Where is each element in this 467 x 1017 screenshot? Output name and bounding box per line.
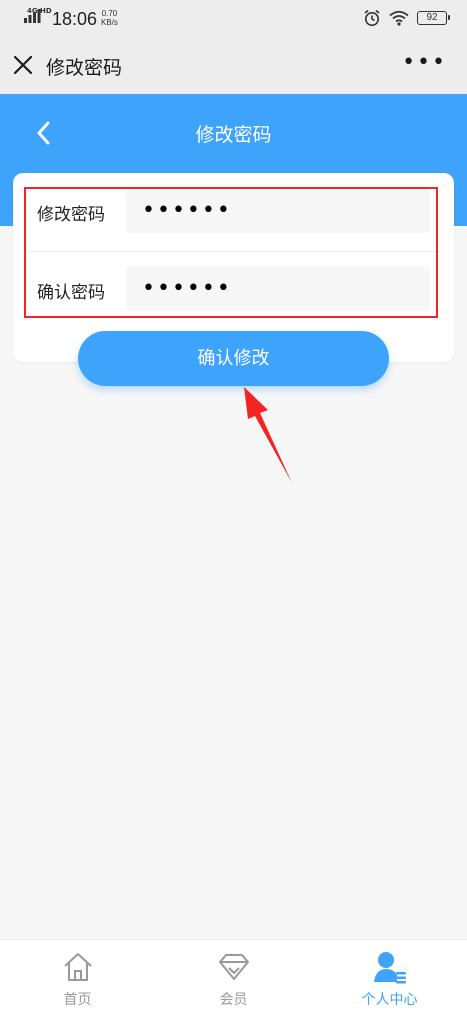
wifi-icon [389, 10, 409, 26]
status-time: 18:06 [52, 9, 98, 29]
annotation-highlight-box [24, 187, 438, 318]
nav-item-member[interactable]: 会员 [156, 940, 311, 1017]
app-bar-title: 修改密码 [46, 57, 123, 79]
network-type: 4G HD [27, 7, 52, 15]
user-center-icon [373, 952, 406, 984]
speed-value: 0.70 [101, 9, 118, 18]
confirm-change-button[interactable]: 确认修改 [78, 331, 389, 386]
speed-unit: KB/s [101, 18, 118, 27]
alarm-icon [364, 9, 380, 26]
nav-item-home[interactable]: 首页 [0, 940, 155, 1017]
status-right: 92 [363, 9, 450, 27]
battery-indicator: 92 [417, 11, 450, 25]
diamond-icon [218, 954, 249, 980]
network-speed: 0.70 KB/s [101, 9, 118, 27]
nav-label-member: 会员 [219, 992, 248, 1008]
nav-label-home: 首页 [63, 992, 92, 1008]
nav-label-user-center: 个人中心 [361, 992, 418, 1008]
close-icon[interactable] [12, 54, 34, 76]
home-icon [63, 953, 92, 981]
more-dots-icon[interactable]: ••• [402, 52, 447, 74]
annotation-arrow-icon [244, 387, 292, 483]
nav-item-user-center[interactable]: 个人中心 [312, 940, 467, 1017]
page-title: 修改密码 [195, 124, 272, 146]
status-bar: 4G HD 18:06 0.70 KB/s 92 [0, 0, 467, 38]
bottom-nav: 首页 会员 个人中心 [0, 939, 467, 1017]
app-bar: 修改密码 ••• [0, 38, 467, 94]
